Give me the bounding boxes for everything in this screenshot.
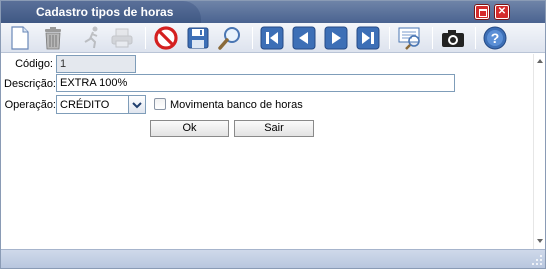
save-icon bbox=[187, 27, 209, 49]
resize-grip-icon[interactable] bbox=[531, 254, 543, 266]
window-title: Cadastro tipos de horas bbox=[36, 5, 174, 19]
new-document-icon bbox=[11, 26, 29, 50]
print-button[interactable] bbox=[109, 25, 135, 51]
print-icon bbox=[111, 28, 133, 48]
camera-icon bbox=[442, 30, 464, 47]
search-button[interactable] bbox=[217, 25, 243, 51]
sair-button[interactable]: Sair bbox=[234, 120, 314, 137]
scroll-up-icon[interactable] bbox=[534, 56, 546, 66]
descricao-label: Descrição: bbox=[4, 78, 56, 90]
cancel-button[interactable] bbox=[153, 25, 179, 51]
form-area: Código: Descrição: Operação: CRÉDITO Mov… bbox=[1, 54, 533, 249]
save-button[interactable] bbox=[185, 25, 211, 51]
help-button[interactable]: ? bbox=[482, 25, 508, 51]
scroll-down-icon[interactable] bbox=[534, 236, 546, 246]
svg-text:?: ? bbox=[491, 30, 500, 46]
next-record-icon bbox=[324, 26, 348, 50]
operacao-value: CRÉDITO bbox=[60, 99, 110, 111]
run-button[interactable] bbox=[79, 25, 105, 51]
descricao-field[interactable] bbox=[56, 74, 455, 92]
report-button[interactable] bbox=[397, 25, 423, 51]
help-icon: ? bbox=[483, 26, 507, 50]
report-icon bbox=[398, 27, 420, 50]
movimenta-label: Movimenta banco de horas bbox=[170, 99, 303, 111]
toolbar-separator bbox=[252, 27, 253, 49]
ok-button[interactable]: Ok bbox=[150, 120, 229, 137]
cancel-icon bbox=[154, 26, 178, 50]
title-bar[interactable]: Cadastro tipos de horas ✕ bbox=[1, 1, 545, 23]
first-record-button[interactable] bbox=[259, 25, 285, 51]
toolbar-separator bbox=[432, 27, 433, 49]
status-bar bbox=[1, 249, 545, 268]
new-document-button[interactable] bbox=[7, 25, 33, 51]
last-record-button[interactable] bbox=[355, 25, 381, 51]
movimenta-checkbox[interactable] bbox=[154, 98, 166, 110]
search-icon bbox=[218, 27, 240, 50]
last-record-icon bbox=[356, 26, 380, 50]
toolbar-separator bbox=[389, 27, 390, 49]
vertical-scrollbar[interactable] bbox=[533, 54, 545, 249]
toolbar-separator bbox=[145, 27, 146, 49]
previous-record-icon bbox=[292, 26, 316, 50]
previous-record-button[interactable] bbox=[291, 25, 317, 51]
trash-icon bbox=[45, 27, 61, 50]
maximize-button[interactable] bbox=[475, 5, 489, 19]
toolbar-separator bbox=[475, 27, 476, 49]
operacao-label: Operação: bbox=[4, 99, 56, 111]
dialog-window: Cadastro tipos de horas ✕ ? Código: 1 De… bbox=[0, 0, 546, 269]
operacao-select[interactable]: CRÉDITO bbox=[56, 95, 129, 114]
run-icon bbox=[84, 26, 98, 49]
codigo-label: Código: bbox=[15, 58, 53, 70]
next-record-button[interactable] bbox=[323, 25, 349, 51]
codigo-field[interactable] bbox=[56, 55, 136, 73]
chevron-down-icon bbox=[132, 101, 142, 108]
close-button[interactable]: ✕ bbox=[495, 5, 509, 19]
first-record-icon bbox=[260, 26, 284, 50]
delete-button[interactable] bbox=[40, 25, 66, 51]
camera-button[interactable] bbox=[440, 25, 466, 51]
toolbar: ? bbox=[1, 23, 545, 53]
operacao-dropdown-button[interactable] bbox=[128, 95, 146, 114]
